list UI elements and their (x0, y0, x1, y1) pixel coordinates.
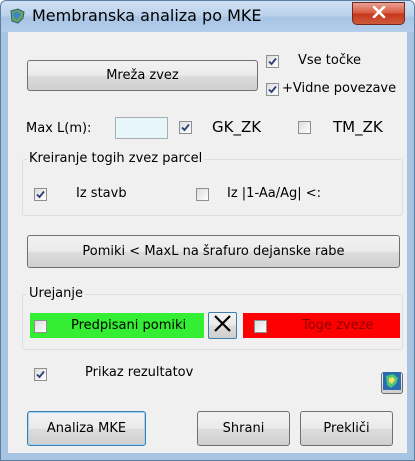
vidne-povezave-label: +Vidne povezave (282, 81, 397, 96)
predpisani-label: Predpisani pomiki (71, 318, 187, 333)
iz-formula-checkbox[interactable] (196, 188, 209, 201)
mreza-zvez-label: Mreža zvez (106, 68, 179, 83)
cross-icon (213, 314, 232, 337)
vse-tocke-checkbox[interactable] (266, 55, 279, 68)
close-icon (372, 5, 386, 22)
close-button[interactable] (352, 2, 405, 25)
max-l-label: Max L(m): (26, 121, 92, 136)
mreza-zvez-button[interactable]: Mreža zvez (27, 60, 258, 91)
analiza-mke-label: Analiza MKE (46, 421, 127, 436)
tm-zk-label: TM_ZK (333, 118, 383, 136)
title-bar[interactable]: Membranska analiza po MKE (1, 1, 414, 32)
toge-checkbox[interactable] (254, 320, 267, 333)
tm-zk-checkbox[interactable] (298, 121, 311, 134)
map-view-button[interactable] (381, 372, 403, 394)
gk-zk-label: GK_ZK (212, 118, 262, 136)
checkmark-icon (36, 190, 45, 199)
preklici-button[interactable]: Prekliči (300, 411, 393, 446)
vidne-povezave-checkbox[interactable] (266, 83, 279, 96)
iz-formula-label: Iz |1-Aa/Ag| <: (227, 186, 322, 201)
urejanje-legend: Urejanje (27, 286, 85, 301)
shrani-button[interactable]: Shrani (197, 411, 290, 446)
app-icon (9, 8, 26, 25)
kreiranje-legend: Kreiranje togih zvez parcel (27, 151, 205, 166)
map-icon (383, 372, 401, 394)
shrani-label: Shrani (222, 421, 265, 436)
toge-label: Toge zveze (302, 318, 374, 333)
predpisani-checkbox[interactable] (34, 320, 47, 333)
dialog-window: Membranska analiza po MKE Mreža zvez Vse… (0, 0, 415, 461)
checkmark-icon (268, 57, 277, 66)
preklici-label: Prekliči (323, 421, 370, 436)
prikaz-label: Prikaz rezultatov (85, 365, 194, 380)
gk-zk-checkbox[interactable] (179, 121, 192, 134)
pomiki-button[interactable]: Pomiki < MaxL na šrafuro dejanske rabe (27, 235, 400, 268)
clear-selection-button[interactable] (208, 312, 237, 339)
dialog-body: Mreža zvez Vse točke +Vidne povezave Max… (8, 32, 407, 453)
prikaz-checkbox[interactable] (34, 368, 47, 381)
max-l-input[interactable] (115, 117, 168, 139)
checkmark-icon (268, 85, 277, 94)
iz-stavb-checkbox[interactable] (34, 188, 47, 201)
iz-stavb-label: Iz stavb (76, 186, 127, 201)
checkmark-icon (36, 370, 45, 379)
vse-tocke-label: Vse točke (298, 53, 362, 68)
window-title: Membranska analiza po MKE (32, 6, 262, 25)
analiza-mke-button[interactable]: Analiza MKE (27, 411, 146, 446)
pomiki-label: Pomiki < MaxL na šrafuro dejanske rabe (82, 244, 345, 259)
checkmark-icon (181, 123, 190, 132)
